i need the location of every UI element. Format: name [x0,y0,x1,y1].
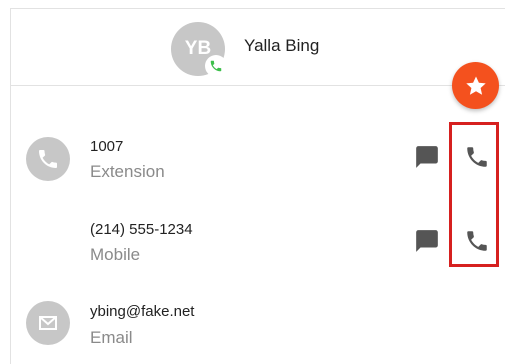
email-row-icon [26,301,70,345]
phone-icon [210,60,222,72]
contact-name: Yalla Bing [244,36,320,55]
contact-card: YB Yalla Bing 1007 Extension (214) 555-1… [10,8,505,364]
extension-number: 1007 [90,138,124,155]
contact-header: YB Yalla Bing [11,9,505,86]
message-icon [416,146,438,168]
message-icon [416,230,438,252]
star-icon [465,76,486,95]
message-extension-button[interactable] [410,140,444,174]
mobile-label: Mobile [90,245,141,264]
presence-badge [205,55,227,77]
avatar-initials: YB [184,38,212,59]
extension-row-icon [26,137,70,181]
email-address[interactable]: ybing@fake.net [90,303,194,320]
call-buttons-highlight [449,122,499,267]
favorite-button[interactable] [452,62,499,109]
mail-icon [39,316,57,330]
email-label: Email [90,328,133,347]
extension-label: Extension [90,162,165,181]
message-mobile-button[interactable] [410,224,444,258]
phone-icon [39,150,57,168]
mobile-number: (214) 555-1234 [90,221,193,238]
